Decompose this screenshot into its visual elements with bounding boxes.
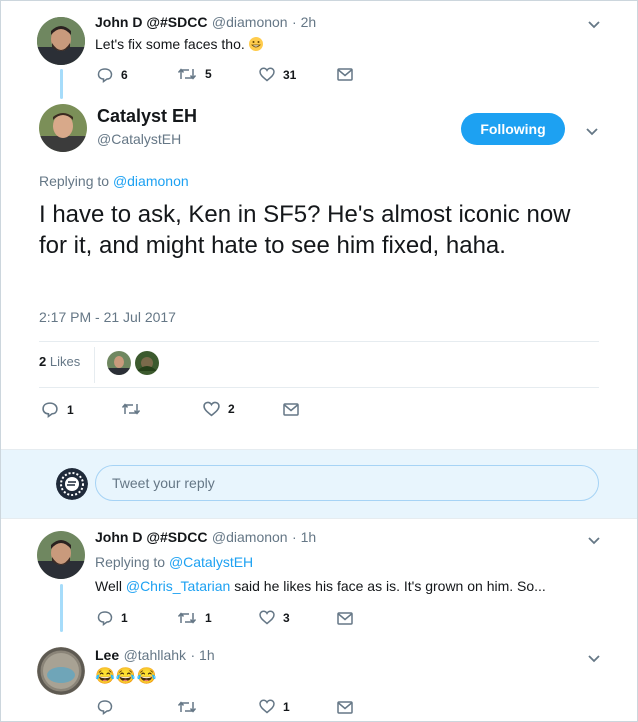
envelope-icon (337, 68, 353, 81)
reply-count: 1 (67, 402, 74, 417)
liker-avatar[interactable] (135, 351, 159, 375)
reply-count: 1 (121, 611, 128, 625)
avatar-lee[interactable] (37, 647, 85, 695)
replying-to-link[interactable]: @diamonon (113, 173, 189, 189)
tweet-timestamp[interactable]: 2:17 PM - 21 Jul 2017 (39, 309, 176, 325)
tweet-text: Well @Chris_Tatarian said he likes his f… (95, 578, 546, 594)
envelope-icon (283, 403, 299, 416)
retweet-icon (177, 612, 197, 624)
reply-button[interactable] (97, 699, 113, 715)
current-user-avatar[interactable] (56, 468, 88, 500)
tweet-text: Let's fix some faces tho. (95, 36, 263, 52)
reply-button[interactable]: 1 (41, 401, 74, 418)
like-count: 3 (283, 610, 290, 625)
avatar-john-d[interactable] (37, 531, 85, 579)
heart-icon (259, 610, 275, 625)
replying-to: Replying to @diamonon (39, 173, 189, 189)
main-author-handle[interactable]: @CatalystEH (97, 131, 181, 147)
like-button[interactable]: 2 (203, 401, 235, 417)
like-button[interactable]: 1 (259, 699, 290, 714)
reply-icon (42, 402, 58, 418)
tweet-header: John D @#SDCC @diamonon · 1h (95, 529, 316, 547)
retweet-icon (177, 701, 197, 713)
author-name[interactable]: John D @#SDCC (95, 14, 207, 30)
direct-message-button[interactable] (337, 612, 353, 625)
following-button[interactable]: Following (461, 113, 565, 145)
retweet-button[interactable]: 1 (177, 611, 212, 625)
thread-line (60, 584, 63, 632)
chevron-down-icon[interactable] (587, 17, 601, 35)
direct-message-button[interactable] (283, 403, 299, 416)
author-handle[interactable]: @tahllahk (124, 647, 186, 663)
tweet-time[interactable]: · 1h (191, 647, 215, 663)
liker-avatar[interactable] (107, 351, 131, 375)
reply-icon (97, 700, 113, 715)
main-author-name[interactable]: Catalyst EH (97, 106, 197, 127)
author-name[interactable]: Lee (95, 647, 119, 663)
retweet-icon (121, 403, 141, 415)
tweet-time[interactable]: · 2h (292, 14, 316, 30)
chevron-down-icon[interactable] (587, 533, 601, 551)
retweet-count: 5 (205, 67, 212, 81)
like-count: 31 (283, 67, 297, 82)
direct-message-button[interactable] (337, 701, 353, 714)
like-count: 1 (283, 699, 290, 714)
author-handle[interactable]: @diamonon (212, 529, 288, 545)
envelope-icon (337, 701, 353, 714)
avatar-catalyst-eh[interactable] (39, 104, 87, 152)
tweet-header: John D @#SDCC @diamonon · 2h (95, 14, 316, 32)
tweet-text: 😂😂😂 (95, 668, 158, 685)
reply-icon (97, 611, 113, 626)
likes-summary-label: Likes (49, 354, 81, 369)
reply-button[interactable]: 1 (97, 610, 128, 626)
chevron-down-icon[interactable] (585, 124, 599, 142)
author-name[interactable]: John D @#SDCC (95, 529, 207, 545)
retweet-icon (177, 68, 197, 80)
avatar-john-d[interactable] (37, 17, 85, 65)
direct-message-button[interactable] (337, 68, 353, 81)
tweet-time[interactable]: · 1h (292, 529, 316, 545)
likes-summary[interactable]: 2 Likes (39, 354, 80, 369)
chevron-down-icon[interactable] (587, 651, 601, 669)
heart-icon (203, 401, 220, 417)
reply-icon (97, 68, 113, 83)
retweet-button[interactable] (121, 402, 141, 416)
likes-summary-count: 2 (39, 354, 47, 369)
grinning-emoji-icon (248, 37, 263, 51)
retweet-button[interactable]: 5 (177, 67, 212, 81)
reply-input[interactable]: Tweet your reply (95, 465, 599, 501)
divider (94, 347, 95, 383)
mention-link[interactable]: @Chris_Tatarian (126, 578, 230, 594)
divider (39, 387, 599, 388)
reply-count: 6 (121, 68, 128, 82)
replying-to: Replying to @CatalystEH (95, 554, 254, 570)
author-handle[interactable]: @diamonon (212, 14, 288, 30)
like-count: 2 (228, 402, 235, 416)
like-button[interactable]: 3 (259, 610, 290, 625)
divider (39, 341, 599, 342)
replying-to-link[interactable]: @CatalystEH (169, 554, 253, 570)
reply-button[interactable]: 6 (97, 67, 128, 83)
retweet-count: 1 (205, 611, 212, 625)
envelope-icon (337, 612, 353, 625)
tweet-header: Lee @tahllahk · 1h (95, 647, 215, 665)
heart-icon (259, 67, 275, 82)
main-tweet-text: I have to ask, Ken in SF5? He's almost i… (39, 201, 571, 259)
thread-line (60, 69, 63, 99)
like-button[interactable]: 31 (259, 67, 296, 82)
heart-icon (259, 699, 275, 714)
retweet-button[interactable] (177, 700, 197, 714)
